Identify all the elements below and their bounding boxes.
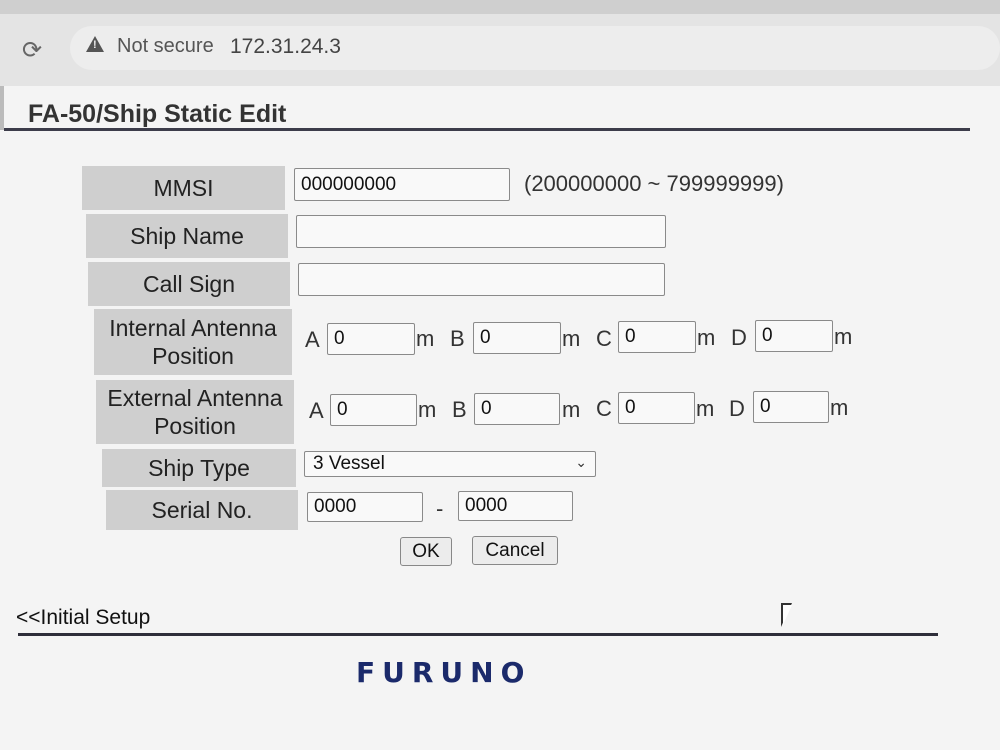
external-a-unit: m: [418, 397, 437, 422]
call-sign-label: Call Sign: [88, 262, 290, 306]
page-body: FA-50/Ship Static Edit MMSI 000000000 (2…: [0, 86, 1000, 750]
mmsi-range: (200000000 ~ 799999999): [524, 171, 784, 196]
serial-part2-input[interactable]: 0000: [458, 491, 573, 521]
external-c-letter: C: [596, 396, 612, 421]
external-b-unit: m: [562, 397, 581, 422]
ship-name-label: Ship Name: [86, 214, 288, 258]
internal-antenna-label-line1: Internal Antenna: [109, 315, 277, 341]
external-a-input[interactable]: 0: [330, 394, 417, 426]
mmsi-input[interactable]: 000000000: [294, 168, 510, 201]
internal-c-input[interactable]: 0: [618, 321, 696, 353]
internal-a-letter: A: [305, 327, 320, 352]
internal-b-unit: m: [562, 326, 581, 351]
serial-separator: -: [436, 496, 444, 521]
external-b-letter: B: [452, 397, 467, 422]
footer-divider: [18, 633, 938, 636]
internal-d-unit: m: [834, 324, 853, 349]
internal-d-letter: D: [731, 325, 747, 350]
frame-border: [0, 86, 4, 130]
ship-type-select[interactable]: 3 Vessel ⌄: [304, 451, 596, 477]
external-d-letter: D: [729, 396, 745, 421]
external-d-input[interactable]: 0: [753, 391, 829, 423]
external-antenna-label-line1: External Antenna: [107, 385, 283, 411]
internal-antenna-label-line2: Position: [152, 343, 234, 369]
warning-icon[interactable]: !: [86, 36, 104, 52]
external-c-unit: m: [696, 396, 715, 421]
external-c-input[interactable]: 0: [618, 392, 695, 424]
browser-toolbar: ⟳ ! Not secure 172.31.24.3: [0, 0, 1000, 86]
mmsi-label: MMSI: [82, 166, 285, 210]
internal-b-input[interactable]: 0: [473, 322, 561, 354]
title-divider: [4, 128, 970, 131]
internal-a-unit: m: [416, 326, 435, 351]
internal-b-letter: B: [450, 326, 465, 351]
page-title: FA-50/Ship Static Edit: [28, 100, 287, 128]
cancel-button[interactable]: Cancel: [472, 536, 558, 565]
external-a-letter: A: [309, 398, 324, 423]
furuno-logo: FURUNO: [356, 656, 532, 689]
call-sign-input[interactable]: [298, 263, 665, 296]
external-b-input[interactable]: 0: [474, 393, 560, 425]
url-text[interactable]: 172.31.24.3: [230, 35, 341, 59]
external-antenna-label: External Antenna Position: [96, 380, 294, 444]
security-label[interactable]: Not secure: [117, 35, 214, 58]
ok-button[interactable]: OK: [400, 537, 452, 566]
external-d-unit: m: [830, 395, 849, 420]
internal-c-unit: m: [697, 325, 716, 350]
internal-a-input[interactable]: 0: [327, 323, 415, 355]
tab-strip: [0, 0, 1000, 14]
serial-no-label: Serial No.: [106, 490, 298, 530]
chevron-down-icon: ⌄: [575, 454, 587, 470]
internal-antenna-label: Internal Antenna Position: [94, 309, 292, 375]
internal-d-input[interactable]: 0: [755, 320, 833, 352]
internal-c-letter: C: [596, 326, 612, 351]
serial-part1-input[interactable]: 0000: [307, 492, 423, 522]
ship-name-input[interactable]: [296, 215, 666, 248]
initial-setup-link[interactable]: <<Initial Setup: [16, 606, 150, 630]
ship-type-value: 3 Vessel: [313, 453, 385, 474]
mouse-cursor-fill: [783, 605, 801, 625]
reload-icon[interactable]: ⟳: [22, 36, 42, 65]
ship-type-label: Ship Type: [102, 449, 296, 487]
external-antenna-label-line2: Position: [154, 413, 236, 439]
